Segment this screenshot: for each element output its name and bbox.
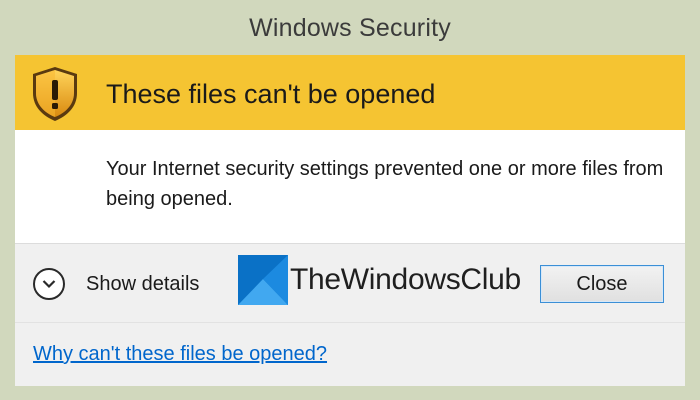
show-details-label: Show details: [86, 272, 200, 295]
window-title: Windows Security: [249, 14, 451, 42]
dialog-heading: These files can't be opened: [106, 79, 436, 109]
warning-header: These files can't be opened: [15, 55, 685, 130]
chevron-down-icon[interactable]: [33, 268, 65, 300]
help-bar: Why can't these files be opened?: [15, 322, 685, 386]
close-button[interactable]: Close: [540, 265, 664, 303]
show-details-toggle[interactable]: Show details: [33, 268, 199, 300]
dialog-body: Your Internet security settings prevente…: [15, 130, 685, 243]
dialog-footer: Show details TheWindowsClub Close: [15, 243, 685, 322]
watermark: TheWindowsClub: [238, 255, 521, 305]
watermark-text: TheWindowsClub: [290, 263, 521, 296]
shield-warning-icon: [33, 67, 77, 121]
dialog-window: Windows Security These files can't be op…: [0, 0, 700, 400]
dialog-message: Your Internet security settings prevente…: [106, 158, 664, 210]
help-link[interactable]: Why can't these files be opened?: [33, 343, 327, 366]
title-bar[interactable]: Windows Security: [0, 0, 700, 55]
thewindowsclub-logo-icon: [238, 255, 288, 305]
